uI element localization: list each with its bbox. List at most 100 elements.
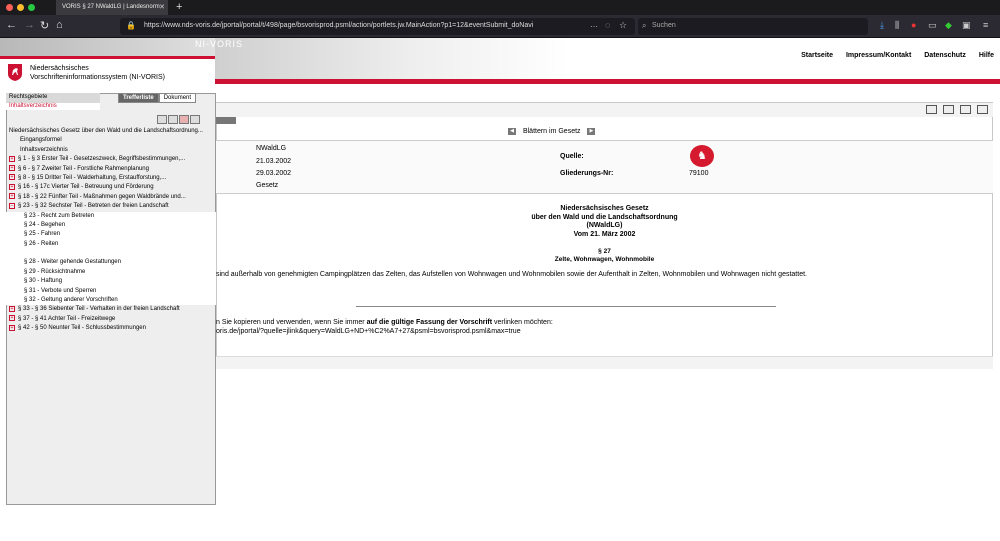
tab-dokument[interactable]: Dokument [158, 93, 197, 103]
reload-icon[interactable]: ↻ [40, 19, 49, 32]
close-tree-icon[interactable] [179, 115, 189, 124]
tree-item[interactable]: + § 33 - § 36 Siebenter Teil - Verhalten … [6, 305, 216, 314]
collapse-icon[interactable]: − [9, 202, 15, 209]
tab-rechtsgebiete[interactable]: Rechtsgebiete [6, 93, 100, 103]
nav-impressum[interactable]: Impressum/Kontakt [846, 52, 911, 59]
tree-item[interactable]: − § 23 - § 32 Sechster Teil - Betreten de… [6, 202, 216, 211]
site-title-line1: Niedersächsisches [30, 65, 89, 72]
tree-item[interactable]: + § 16 - § 17c Vierter Teil - Betreuung u… [6, 183, 216, 192]
tree-item-selected[interactable]: § 27 - Zelte, Wohnwagen, Wohnmobile [6, 249, 216, 259]
shield-icon[interactable]: ◆ [945, 20, 952, 31]
tree-item[interactable]: Inhaltsverzeichnis [6, 146, 216, 155]
meta-classification-value: 79100 [689, 170, 709, 177]
bookmark-star-icon[interactable]: ☆ [619, 20, 627, 31]
tree-item-label: § 37 - § 41 Achter Teil - Freizeitwege [18, 315, 116, 322]
menu-icon[interactable]: ≡ [983, 20, 988, 30]
expand-all-icon[interactable] [157, 115, 167, 124]
tree-item[interactable]: § 23 - Recht zum Betreten [6, 211, 216, 221]
nav-datenschutz[interactable]: Datenschutz [924, 52, 966, 59]
library-icon[interactable]: ⫼ [895, 20, 899, 31]
nav-hilfe[interactable]: Hilfe [979, 52, 994, 59]
tree-item-label: Eingangsformel [20, 137, 62, 144]
document-actions [920, 105, 988, 116]
tree-item[interactable]: + § 8 - § 15 Dritter Teil - Walderhaltung… [6, 174, 216, 183]
tree-item[interactable]: § 31 - Verbote und Sperren [6, 286, 216, 297]
document-footer [216, 356, 993, 369]
tree-item[interactable]: + § 42 - § 50 Neunter Teil - Schlussbesti… [6, 324, 216, 333]
tree-item[interactable]: § 24 - Begehen [6, 220, 216, 231]
document-toolbar [216, 103, 993, 117]
expand-icon[interactable]: + [9, 164, 15, 171]
nav-startseite[interactable]: Startseite [801, 52, 833, 59]
tab-trefferliste[interactable]: Trefferliste [118, 93, 159, 103]
back-icon[interactable]: ← [6, 19, 17, 31]
prev-arrow-icon[interactable]: ◀ [508, 128, 516, 135]
tree-item[interactable]: Eingangsformel [6, 136, 216, 145]
home-icon[interactable]: ⌂ [56, 19, 63, 31]
adblock-icon[interactable]: ● [911, 20, 916, 30]
collapse-all-icon[interactable] [168, 115, 178, 124]
tab-inhaltsverzeichnis[interactable]: Inhaltsverzeichnis [9, 103, 57, 109]
expand-icon[interactable]: + [9, 155, 15, 162]
sidebar-icon[interactable]: ▭ [928, 20, 937, 31]
tree-item[interactable]: + § 18 - § 22 Fünfter Teil - Maßnahmen ge… [6, 193, 216, 202]
page-actions-icon[interactable]: ··· [590, 22, 598, 31]
expand-icon[interactable]: + [9, 193, 15, 200]
fullscreen-icon[interactable] [960, 105, 971, 114]
site-title[interactable]: Niedersächsisches Vorschrifteninformatio… [30, 64, 165, 82]
extension-icon[interactable]: ▣ [962, 20, 971, 31]
forward-icon[interactable]: → [24, 19, 35, 31]
law-title-line3: (NWaldLG) [586, 222, 623, 229]
browser-tab[interactable]: VORIS § 27 NWaldLG | Landesnorm ✕ [56, 0, 168, 15]
tree-item-label: § 1 - § 3 Erster Teil - Gesetzeszweck, B… [18, 156, 186, 163]
lock-icon[interactable]: 🔒 [126, 21, 136, 30]
tree-item[interactable]: § 28 - Weiter gehende Gestattungen [6, 258, 216, 268]
expand-icon[interactable]: + [9, 174, 15, 181]
tree-item-label: § 27 - Zelte, Wohnwagen, Wohnmobile [24, 250, 133, 257]
tree-item[interactable]: + § 6 - § 7 Zweiter Teil - Forstliche Rah… [6, 164, 216, 174]
tree-item[interactable]: § 29 - Rücksichtnahme [6, 267, 216, 278]
tree-item-label: § 24 - Begehen [24, 221, 66, 228]
tree-item[interactable]: Niedersächsisches Gesetz über den Wald u… [6, 127, 216, 136]
tree-item[interactable]: § 30 - Haftung [6, 277, 216, 287]
minimize-window-icon[interactable] [17, 4, 24, 11]
tree-item-label: § 23 - Recht zum Betreten [24, 212, 95, 219]
download-icon[interactable]: ⤓ [880, 20, 884, 31]
new-tab-icon[interactable]: + [176, 1, 182, 13]
permalink-bold: auf die gültige Fassung der Vorschrift [366, 319, 493, 326]
tree-item[interactable]: § 32 - Geltung anderer Vorschriften [6, 296, 216, 306]
expand-icon[interactable]: + [9, 183, 15, 190]
tree-item[interactable]: + § 37 - § 41 Achter Teil - Freizeitwege [6, 315, 216, 324]
law-title: Niedersächsisches Gesetz über den Wald u… [216, 205, 993, 239]
site-title-line2: Vorschrifteninformationssystem (NI-VORIS… [30, 74, 165, 81]
tab-close-icon[interactable]: ✕ [159, 3, 165, 11]
split-view-icon[interactable] [977, 105, 988, 114]
print-icon[interactable] [943, 105, 954, 114]
pocket-icon[interactable]: ◌ [605, 20, 610, 30]
tree-item-label: § 16 - § 17c Vierter Teil - Betreuung un… [18, 184, 154, 191]
url-bar[interactable]: 🔒 https://www.nds-voris.de/jportal/porta… [120, 18, 635, 35]
permalink-intro-end: verlinken möchten: [492, 319, 553, 326]
expand-icon[interactable]: + [9, 315, 15, 322]
tree-item[interactable]: § 26 - Reiten [6, 239, 216, 250]
meta-date-issued: 21.03.2002 [256, 158, 292, 165]
toc-tree: Niedersächsisches Gesetz über den Wald u… [6, 127, 216, 334]
tree-item-label: § 29 - Rücksichtnahme [24, 268, 86, 275]
close-window-icon[interactable] [6, 4, 13, 11]
tree-item[interactable]: § 25 - Fahren [6, 230, 216, 240]
expand-icon[interactable]: + [9, 324, 15, 331]
permalink-url[interactable]: oris.de/jportal/?quelle=jlink&query=Wald… [216, 327, 986, 336]
expand-icon[interactable]: + [9, 305, 15, 312]
save-icon[interactable] [926, 105, 937, 114]
tree-item-label: § 8 - § 15 Dritter Teil - Walderhaltung,… [18, 174, 167, 181]
browse-law-label: Blättern im Gesetz [522, 128, 581, 136]
sync-tree-icon[interactable] [190, 115, 200, 124]
tree-item-label: Niedersächsisches Gesetz über den Wald u… [9, 128, 203, 134]
maximize-window-icon[interactable] [28, 4, 35, 11]
next-arrow-icon[interactable]: ▶ [587, 128, 596, 135]
voris-watermark: NI-VORIS [195, 39, 244, 49]
tree-item[interactable]: + § 1 - § 3 Erster Teil - Gesetzeszweck, … [6, 155, 216, 164]
niedersachsen-logo-icon[interactable] [8, 64, 22, 81]
meta-date-published: 29.03.2002 [256, 170, 292, 177]
search-input[interactable]: ⌕ Suchen [638, 18, 868, 35]
